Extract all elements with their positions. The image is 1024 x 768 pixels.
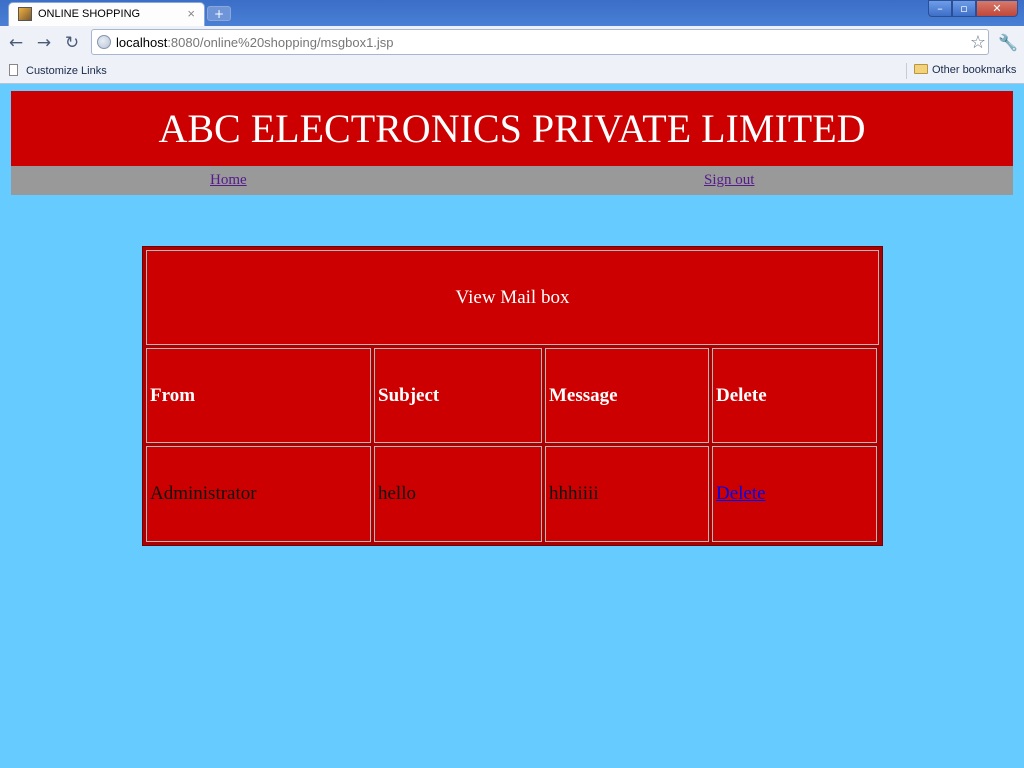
bookmark-star-icon[interactable]: ☆: [970, 32, 986, 53]
mailbox-title-cell: View Mail box: [146, 250, 879, 345]
sign-out-link[interactable]: Sign out: [704, 172, 754, 189]
column-header-message: Message: [545, 348, 709, 443]
bookmark-label: Other bookmarks: [932, 64, 1017, 76]
close-tab-icon[interactable]: ×: [187, 6, 195, 21]
globe-icon: [97, 35, 111, 49]
page-content: ABC ELECTRONICS PRIVATE LIMITED Home Sig…: [0, 84, 1024, 768]
page-icon: [9, 64, 18, 76]
home-link[interactable]: Home: [210, 172, 247, 189]
tab-title: ONLINE SHOPPING: [38, 8, 141, 20]
delete-message-link[interactable]: Delete: [716, 483, 766, 505]
back-arrow-icon[interactable]: ←: [6, 33, 26, 53]
bookmark-customize-links[interactable]: Customize Links: [9, 64, 107, 77]
favicon-icon: [18, 7, 32, 21]
browser-titlebar: ONLINE SHOPPING × + – ▫ ✕: [0, 0, 1024, 26]
column-header-from: From: [146, 348, 371, 443]
reload-icon[interactable]: ↻: [62, 33, 82, 53]
close-window-icon[interactable]: ✕: [976, 0, 1018, 17]
new-tab-button[interactable]: +: [207, 6, 231, 21]
mailbox-table: View Mail box From Subject Message Delet…: [142, 246, 883, 546]
browser-tab[interactable]: ONLINE SHOPPING ×: [8, 2, 205, 26]
site-navbar: Home Sign out: [11, 166, 1013, 195]
forward-arrow-icon[interactable]: →: [34, 33, 54, 53]
company-title: ABC ELECTRONICS PRIVATE LIMITED: [158, 106, 866, 151]
url-text[interactable]: localhost:8080/online%20shopping/msgbox1…: [116, 35, 394, 50]
table-row-message: hhhiiii: [545, 446, 709, 542]
browser-toolbar: ← → ↻ localhost:8080/online%20shopping/m…: [0, 26, 1024, 60]
mailbox-title: View Mail box: [455, 286, 570, 308]
minimize-icon[interactable]: –: [928, 0, 952, 17]
wrench-icon[interactable]: 🔧: [998, 33, 1018, 52]
bookmark-label: Customize Links: [26, 65, 107, 77]
address-bar[interactable]: localhost:8080/online%20shopping/msgbox1…: [91, 29, 989, 55]
bookmarks-divider: [906, 63, 907, 79]
bookmarks-bar: Customize Links Other bookmarks: [0, 60, 1024, 84]
table-row-subject: hello: [374, 446, 542, 542]
folder-icon: [914, 64, 928, 74]
maximize-icon[interactable]: ▫: [952, 0, 976, 17]
table-row-delete-cell: Delete: [712, 446, 877, 542]
column-header-delete: Delete: [712, 348, 877, 443]
column-header-subject: Subject: [374, 348, 542, 443]
bookmark-other-bookmarks[interactable]: Other bookmarks: [914, 64, 1016, 76]
company-banner: ABC ELECTRONICS PRIVATE LIMITED: [11, 91, 1013, 166]
table-row-from: Administrator: [146, 446, 371, 542]
